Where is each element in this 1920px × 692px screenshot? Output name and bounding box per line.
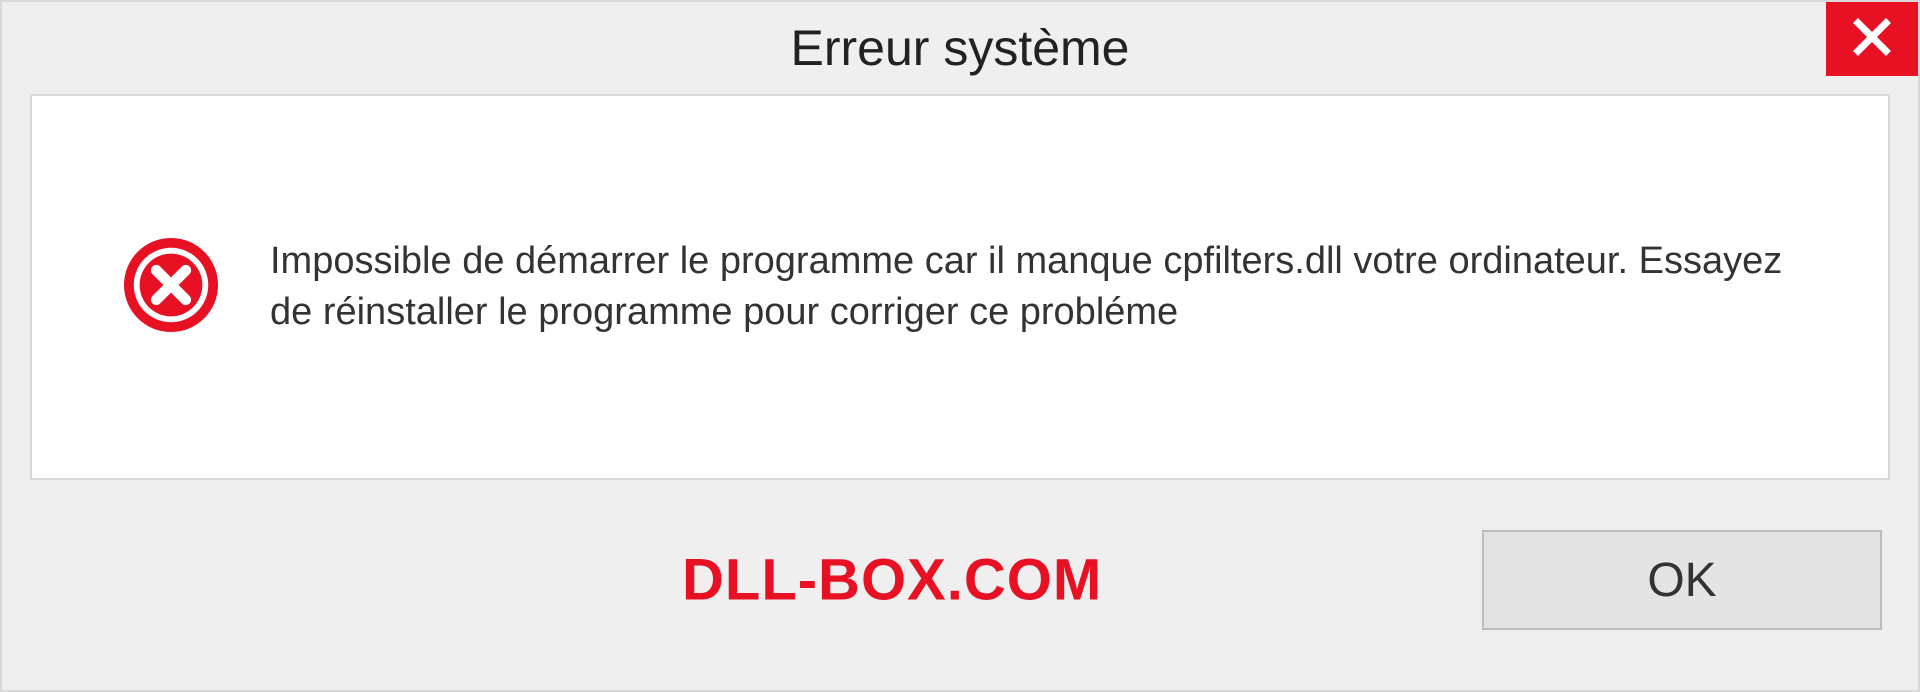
dialog-footer: DLL-BOX.COM OK (2, 480, 1918, 680)
ok-button[interactable]: OK (1482, 530, 1882, 630)
error-dialog: Erreur système Impossible de démarrer le… (0, 0, 1920, 692)
error-icon (122, 236, 220, 339)
brand-label: DLL-BOX.COM (682, 547, 1102, 614)
dialog-title: Erreur système (791, 19, 1130, 77)
close-button[interactable] (1826, 2, 1918, 76)
title-bar: Erreur système (2, 2, 1918, 94)
ok-button-label: OK (1647, 553, 1716, 608)
close-icon (1852, 17, 1892, 62)
content-panel: Impossible de démarrer le programme car … (30, 94, 1890, 480)
error-message: Impossible de démarrer le programme car … (270, 236, 1828, 339)
